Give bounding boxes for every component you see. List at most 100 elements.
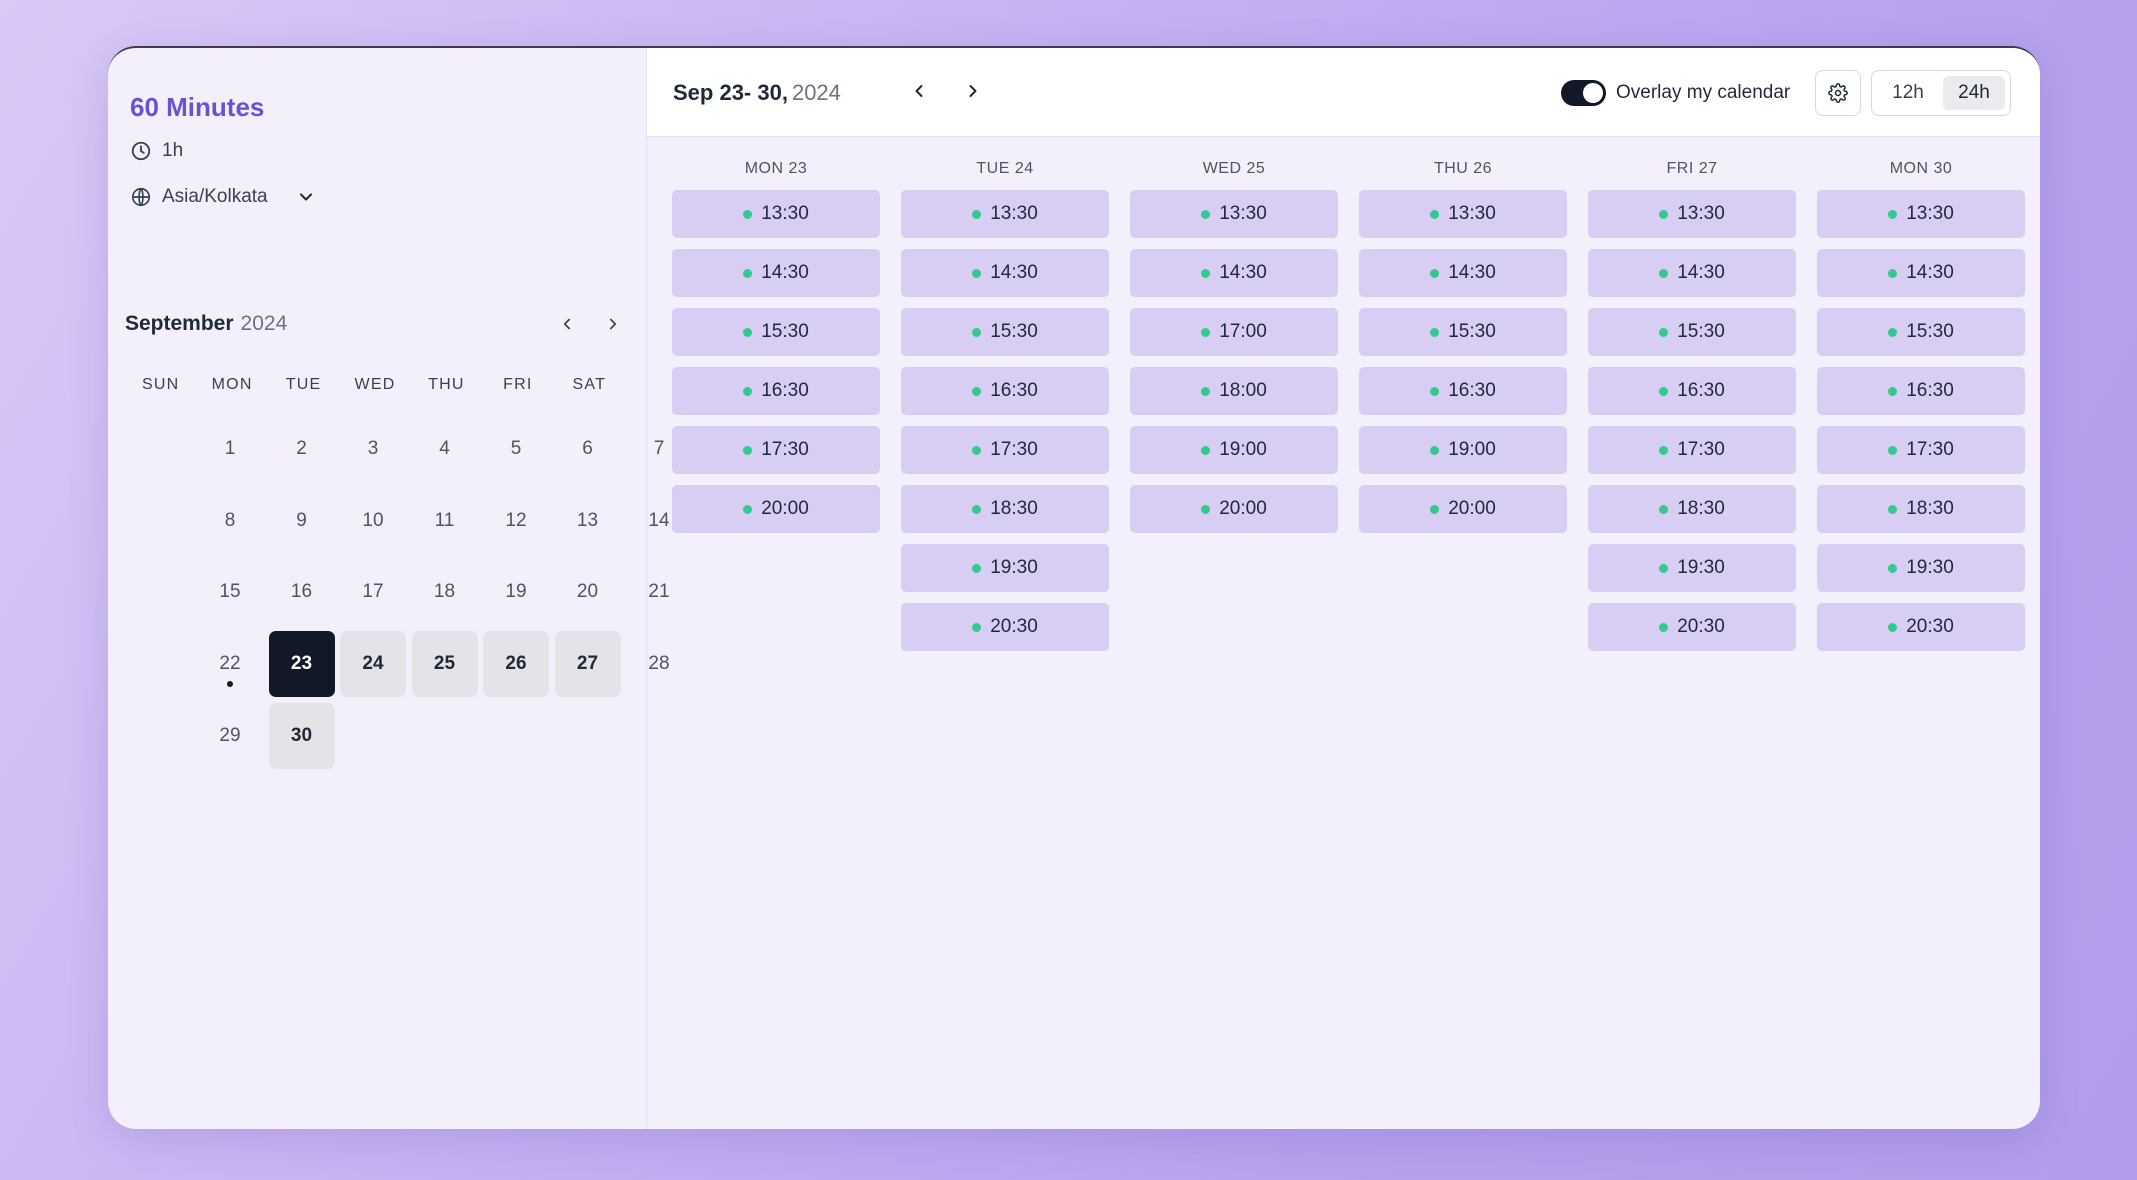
time-slot-label: 20:30	[1906, 616, 1954, 637]
available-dot	[972, 504, 982, 514]
time-slot-button[interactable]: 14:30	[901, 249, 1109, 297]
calendar-day-number: 5	[510, 438, 522, 459]
slot-list: 13:30 14:30 15:30 16:30 17:30 18:30 19:30 20:30	[1588, 190, 1796, 651]
day-column-header: MON 23	[744, 160, 808, 177]
time-slot-button[interactable]: 15:30	[1588, 308, 1796, 356]
time-slot-button[interactable]: 14:30	[1130, 249, 1338, 297]
format-24h-option[interactable]: 24h	[1943, 76, 2005, 110]
time-slot-button[interactable]: 19:00	[1130, 426, 1338, 474]
time-slot-button[interactable]: 17:30	[901, 426, 1109, 474]
time-slot-button[interactable]: 15:30	[1817, 308, 2025, 356]
time-slot-button[interactable]: 16:30	[672, 367, 880, 415]
available-dot	[1888, 268, 1898, 278]
time-slot-button[interactable]: 20:30	[1817, 603, 2025, 651]
calendar-day: 13	[555, 488, 621, 554]
timezone-select[interactable]: Asia/Kolkata	[130, 186, 316, 208]
time-slot-button[interactable]: 20:00	[1130, 485, 1338, 533]
time-slot-button[interactable]: 13:30	[672, 190, 880, 238]
calendar-day: 22	[197, 631, 263, 697]
day-column-header: THU 26	[1433, 160, 1493, 177]
time-slot-button[interactable]: 18:30	[901, 485, 1109, 533]
time-slot-button[interactable]: 13:30	[1359, 190, 1567, 238]
time-slot-label: 19:00	[1448, 439, 1496, 460]
time-slot-button[interactable]: 14:30	[672, 249, 880, 297]
event-sidebar: 60 Minutes 1h Asia/Kolkata September 202…	[108, 48, 670, 1129]
week-range-dates: Sep 23- 30,	[673, 80, 788, 105]
next-month-button[interactable]	[601, 312, 625, 336]
available-dot	[1888, 622, 1898, 632]
calendar-day: 5	[483, 416, 549, 482]
time-slot-button[interactable]: 13:30	[1130, 190, 1338, 238]
available-dot	[1201, 504, 1211, 514]
time-slot-button[interactable]: 17:30	[1588, 426, 1796, 474]
time-slot-label: 20:00	[1219, 498, 1267, 519]
time-slot-button[interactable]: 20:30	[901, 603, 1109, 651]
available-dot	[1430, 445, 1440, 455]
calendar-day[interactable]: 26	[483, 631, 549, 698]
time-slot-label: 18:30	[1677, 498, 1725, 519]
calendar-day[interactable]: 27	[554, 631, 621, 698]
time-slot-label: 14:30	[990, 262, 1038, 283]
time-slot-button[interactable]: 19:30	[1588, 544, 1796, 592]
time-slot-button[interactable]: 14:30	[1588, 249, 1796, 297]
time-slot-label: 17:30	[761, 439, 809, 460]
time-slot-label: 18:00	[1219, 380, 1267, 401]
calendar-day[interactable]: 25	[411, 631, 478, 698]
time-slot-button[interactable]: 16:30	[901, 367, 1109, 415]
calendar-day: 10	[340, 488, 406, 554]
available-dot	[1659, 327, 1669, 337]
time-slot-button[interactable]: 15:30	[1359, 308, 1567, 356]
time-slot-button[interactable]: 13:30	[1817, 190, 2025, 238]
available-dot	[972, 622, 982, 632]
calendar-day[interactable]: 30	[268, 702, 335, 769]
time-slot-button[interactable]: 19:00	[1359, 426, 1567, 474]
time-slot-button[interactable]: 17:30	[672, 426, 880, 474]
time-slot-button[interactable]: 14:30	[1817, 249, 2025, 297]
weekday-label: THU	[428, 376, 465, 393]
calendar-day-number: 11	[434, 509, 455, 531]
time-slot-button[interactable]: 20:00	[672, 485, 880, 533]
time-slot-button[interactable]: 18:00	[1130, 367, 1338, 415]
time-slot-button[interactable]: 13:30	[901, 190, 1109, 238]
weekday-label: MON	[211, 376, 253, 393]
format-12h-option[interactable]: 12h	[1877, 76, 1939, 110]
weekday-label: SAT	[572, 376, 607, 393]
calendar-day[interactable]: 23	[268, 631, 335, 698]
prev-month-button[interactable]	[555, 312, 579, 336]
chevron-left-icon	[563, 318, 571, 330]
calendar-day[interactable]: 24	[340, 631, 406, 698]
time-slot-button[interactable]: 17:00	[1130, 308, 1338, 356]
time-slot-label: 17:00	[1219, 321, 1267, 342]
available-dot	[1659, 386, 1669, 396]
available-dot	[1430, 327, 1440, 337]
time-slot-button[interactable]: 13:30	[1588, 190, 1796, 238]
time-slot-button[interactable]: 20:00	[1359, 485, 1567, 533]
calendar-day-number: 12	[505, 509, 527, 531]
calendar-day: 1	[197, 416, 263, 482]
time-slot-button[interactable]: 15:30	[901, 308, 1109, 356]
time-slot-button[interactable]: 18:30	[1588, 485, 1796, 533]
time-slot-button[interactable]: 14:30	[1359, 249, 1567, 297]
time-slot-button[interactable]: 16:30	[1359, 367, 1567, 415]
time-slot-label: 14:30	[761, 262, 809, 283]
settings-button[interactable]	[1815, 70, 1861, 116]
time-slot-button[interactable]: 19:30	[901, 544, 1109, 592]
available-dot	[743, 386, 753, 396]
time-slot-button[interactable]: 17:30	[1817, 426, 2025, 474]
time-slot-button[interactable]: 16:30	[1817, 367, 2025, 415]
prev-week-button[interactable]	[907, 79, 931, 103]
available-dot	[1659, 622, 1669, 632]
time-slot-button[interactable]: 15:30	[672, 308, 880, 356]
chevron-down-icon	[299, 193, 312, 201]
calendar-day: 3	[340, 416, 406, 482]
time-slot-button[interactable]: 16:30	[1588, 367, 1796, 415]
overlay-calendar-toggle[interactable]	[1561, 80, 1606, 106]
next-week-button[interactable]	[961, 79, 985, 103]
time-slot-button[interactable]: 20:30	[1588, 603, 1796, 651]
available-dot	[1201, 268, 1211, 278]
time-slot-button[interactable]: 18:30	[1817, 485, 2025, 533]
toggle-knob	[1583, 83, 1603, 103]
time-slot-label: 15:30	[1906, 321, 1954, 342]
chevron-right-icon	[609, 318, 617, 330]
time-slot-button[interactable]: 19:30	[1817, 544, 2025, 592]
